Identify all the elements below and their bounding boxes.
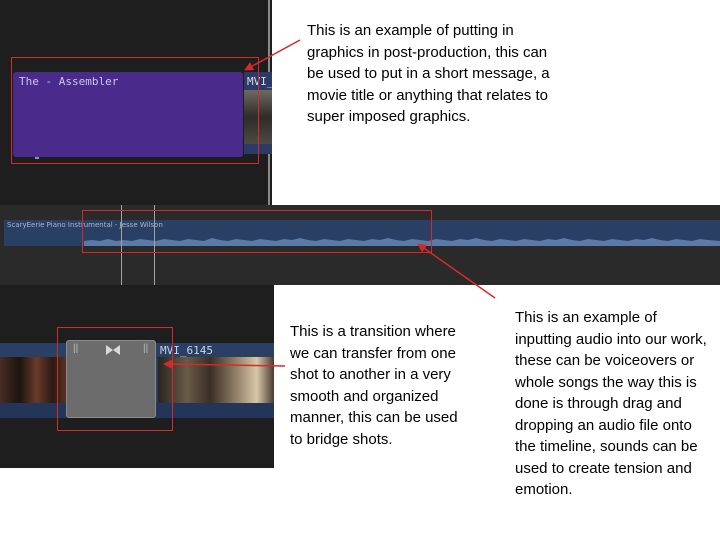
- audio-highlight-box: [82, 210, 432, 253]
- transition-annotation: This is a transition where we can transf…: [290, 323, 458, 448]
- graphics-annotation: This is an example of putting in graphic…: [307, 22, 550, 125]
- graphics-highlight-box: [11, 57, 259, 164]
- video-clip-right-thumbnail: [158, 357, 274, 403]
- transition-highlight-box: [57, 327, 173, 431]
- audio-annotation: This is an example of inputting audio in…: [515, 309, 707, 498]
